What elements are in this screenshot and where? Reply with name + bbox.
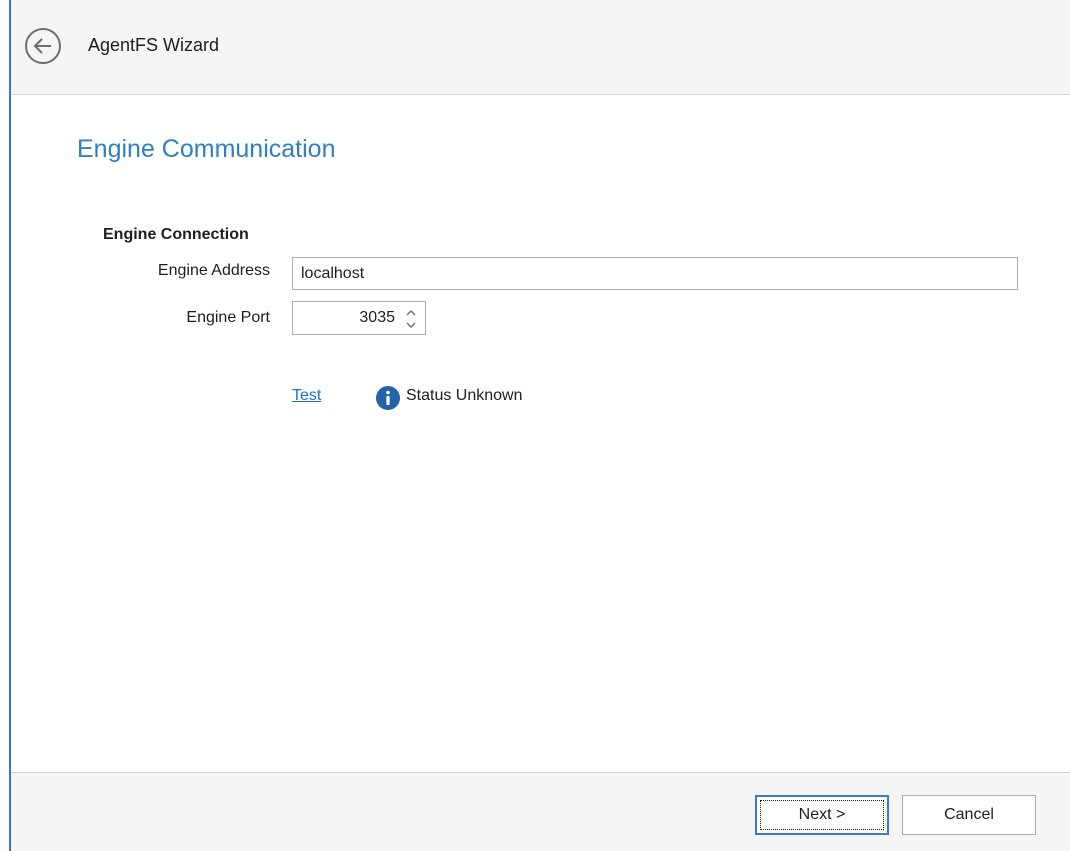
back-button[interactable] [25,28,61,64]
connection-status-text: Status Unknown [406,387,523,404]
section-heading: Engine Connection [103,226,249,243]
engine-address-label: Engine Address [157,262,270,279]
wizard-window: AgentFS Wizard Engine Communication Engi… [0,0,1070,851]
info-icon [376,386,400,410]
arrow-left-icon [33,38,51,54]
window-title: AgentFS Wizard [88,35,220,55]
cancel-button[interactable]: Cancel [902,795,1036,835]
window-left-border [9,0,11,851]
engine-port-spinner[interactable]: 3035 [292,301,426,335]
test-link[interactable]: Test [292,387,321,405]
next-button[interactable]: Next > [755,795,889,835]
spin-down-icon[interactable] [405,319,417,331]
engine-port-label: Engine Port [186,309,270,326]
page-title: Engine Communication [77,135,336,163]
spin-up-icon[interactable] [405,306,417,318]
engine-address-input[interactable] [292,257,1018,290]
engine-port-value[interactable]: 3035 [359,309,395,327]
wizard-header: AgentFS Wizard [11,0,1070,95]
